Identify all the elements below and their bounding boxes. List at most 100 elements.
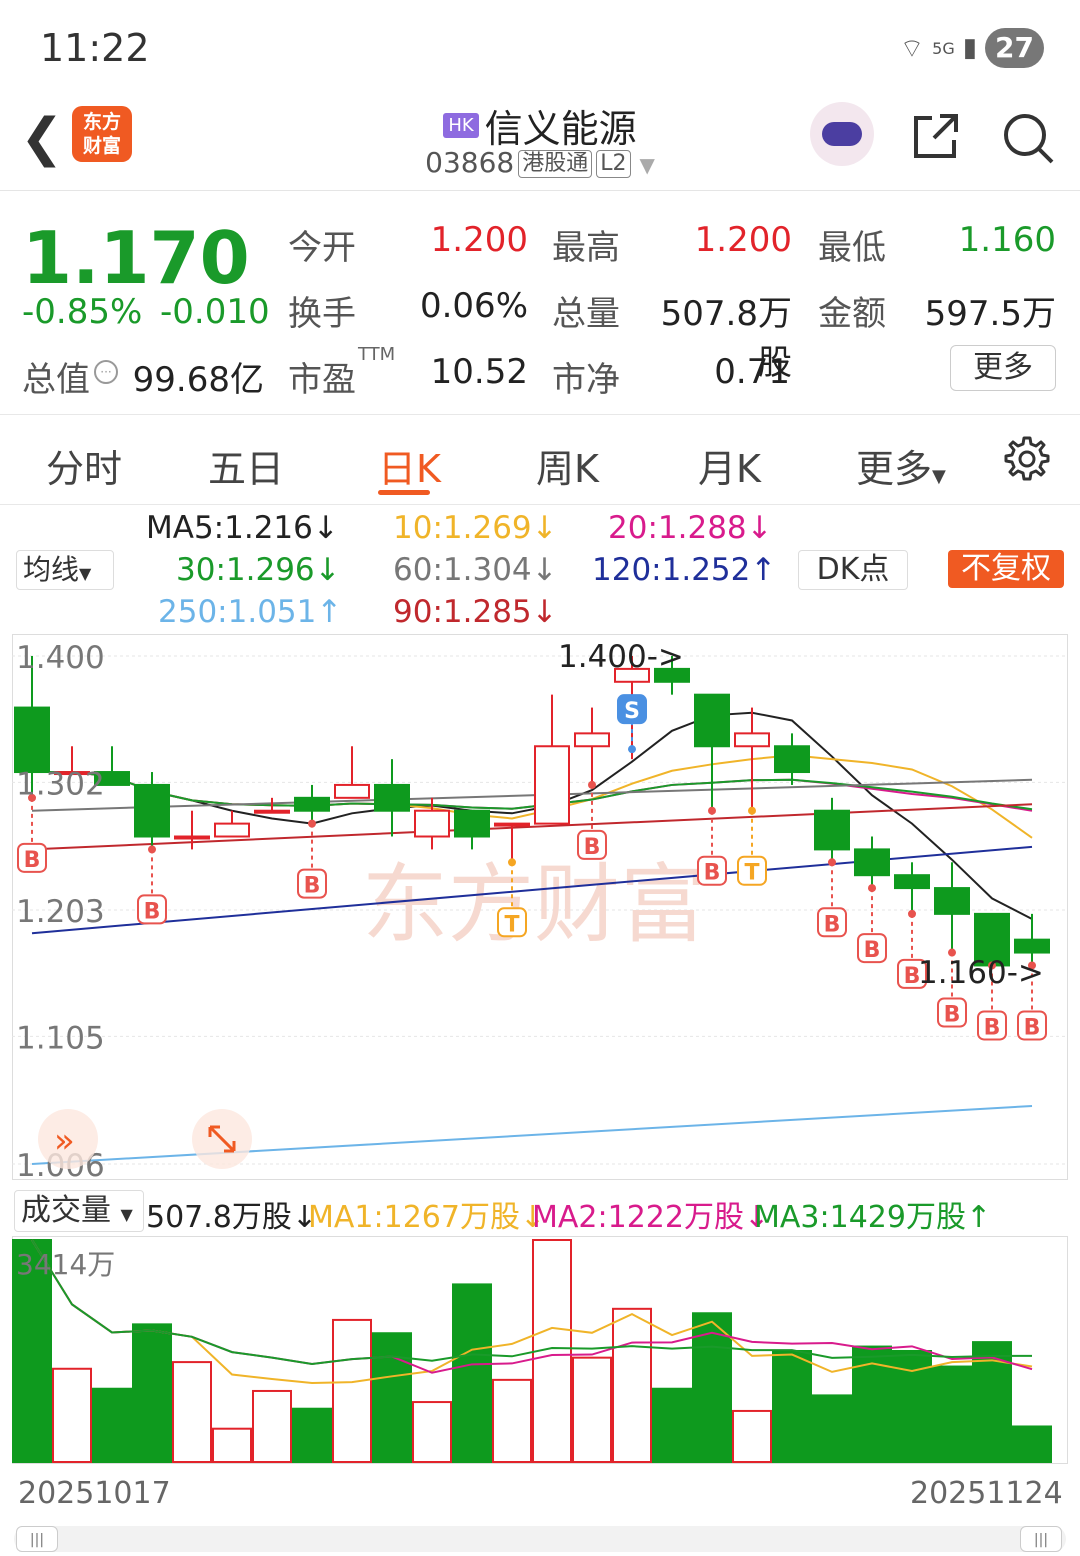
turnover-value: 0.06% xyxy=(419,286,528,326)
y-tick-label: 1.203 xyxy=(16,894,105,930)
tab-more-label: 更多 xyxy=(856,447,933,491)
volume-bar[interactable] xyxy=(652,1387,692,1464)
volume-chart[interactable]: 3414万 xyxy=(12,1236,1068,1464)
start-date: 20251017 xyxy=(18,1476,171,1511)
ma90-value: 90:1.285↓ xyxy=(393,594,558,630)
svg-text:T: T xyxy=(744,861,759,886)
svg-text:B: B xyxy=(1024,1015,1041,1040)
volume-bar[interactable] xyxy=(932,1365,972,1463)
mktcap-label: 总值 xyxy=(22,360,90,400)
high-mark-label: 1.400-> xyxy=(558,639,684,675)
signal-icon: ▮ xyxy=(962,33,978,63)
svg-text:B: B xyxy=(704,861,721,886)
search-icon[interactable] xyxy=(1000,110,1056,166)
y-tick-label: 1.105 xyxy=(16,1020,105,1056)
wifi-icon: ⌔ xyxy=(899,33,925,64)
ma-selector-label: 均线 xyxy=(23,553,80,586)
volume-bar[interactable] xyxy=(172,1361,212,1463)
volume-max-label: 3414万 xyxy=(16,1248,115,1281)
caret-down-icon: ▼ xyxy=(932,466,946,487)
fullscreen-icon[interactable] xyxy=(192,1109,252,1169)
caret-down-icon: ▼ xyxy=(79,564,92,583)
ma120-value: 120:1.252↑ xyxy=(592,552,777,588)
volume-bar[interactable] xyxy=(492,1378,532,1463)
volume-bar[interactable] xyxy=(612,1307,652,1463)
tab-monthly-k[interactable]: 月K xyxy=(698,438,761,493)
ma20-value: 20:1.288↓ xyxy=(608,510,773,546)
tab-intraday[interactable]: 分时 xyxy=(46,438,122,493)
volume-selector[interactable]: 成交量 ▼ xyxy=(14,1190,144,1232)
svg-text:B: B xyxy=(304,874,321,899)
volume-bar[interactable] xyxy=(292,1407,332,1463)
open-label: 今开 xyxy=(288,228,356,268)
pe-value: 10.52 xyxy=(430,352,528,392)
ma30-value: 30:1.296↓ xyxy=(176,552,341,588)
volume-bar[interactable] xyxy=(212,1427,252,1463)
tab-more[interactable]: 更多▼ xyxy=(856,438,946,493)
ma10-value: 10:1.269↓ xyxy=(393,510,558,546)
svg-text:B: B xyxy=(144,899,161,924)
volume-bar[interactable] xyxy=(52,1367,92,1463)
pb-value: 0.71 xyxy=(714,352,790,392)
ma60-value: 60:1.304↓ xyxy=(393,552,558,588)
chart-tabs: 分时 五日 日K 周K 月K 更多▼ xyxy=(0,414,1080,505)
volume-bar[interactable] xyxy=(372,1332,412,1463)
volume-ma2: MA2:1222万股↓ xyxy=(532,1200,770,1235)
candlestick-chart[interactable]: 东方财富 BBBTBSB TBBBBB B 1.4001.3021.2031.105… xyxy=(12,634,1068,1180)
level-badge: L2 xyxy=(596,150,631,178)
change-amount: -0.010 xyxy=(160,292,270,332)
low-mark-label: 1.160-> xyxy=(918,955,1044,991)
info-icon[interactable]: ··· xyxy=(94,360,118,384)
volume-bar[interactable] xyxy=(412,1401,452,1463)
watermark-text: 东方财富 xyxy=(362,855,706,955)
network-label: 5G xyxy=(932,38,955,58)
active-tab-indicator xyxy=(378,490,430,495)
turnover-label: 换手 xyxy=(288,294,356,334)
volume-bar[interactable] xyxy=(452,1283,492,1464)
volume-bar[interactable] xyxy=(1012,1425,1052,1463)
volume-bar[interactable] xyxy=(732,1409,772,1464)
volume-selector-label: 成交量 xyxy=(21,1193,111,1228)
volume-bar[interactable] xyxy=(92,1387,132,1464)
pe-ttm-sup: TTM xyxy=(358,344,396,365)
dk-point-button[interactable]: DK点 xyxy=(798,550,908,590)
expand-icon[interactable]: » xyxy=(38,1109,98,1169)
stock-code: 03868 xyxy=(425,146,515,179)
tab-weekly-k[interactable]: 周K xyxy=(536,438,599,493)
scroll-handle-left[interactable]: ||| xyxy=(16,1526,58,1552)
svg-text:»: » xyxy=(54,1121,75,1161)
svg-text:B: B xyxy=(584,835,601,860)
more-quote-button[interactable]: 更多 xyxy=(950,345,1056,391)
no-adjust-button[interactable]: 不复权 xyxy=(948,550,1064,588)
status-time: 11:22 xyxy=(40,26,150,70)
volume-bar[interactable] xyxy=(252,1389,292,1464)
last-price: 1.170 xyxy=(22,216,250,300)
dropdown-icon[interactable]: ▼ xyxy=(639,153,654,177)
volume-bar[interactable] xyxy=(332,1318,372,1463)
tab-five-day[interactable]: 五日 xyxy=(208,438,284,493)
gear-icon[interactable] xyxy=(1002,434,1050,482)
scroll-handle-right[interactable]: ||| xyxy=(1020,1526,1062,1552)
amount-value: 597.5万 xyxy=(924,294,1056,334)
caret-down-icon: ▼ xyxy=(120,1205,133,1224)
svg-text:S: S xyxy=(624,699,640,724)
connect-badge: 港股通 xyxy=(518,150,593,178)
volume-bar[interactable] xyxy=(772,1350,812,1463)
market-badge: HK xyxy=(443,113,479,138)
assistant-robot-icon[interactable] xyxy=(810,102,874,166)
svg-text:B: B xyxy=(864,938,881,963)
volume-current: 507.8万股↓ xyxy=(146,1200,318,1235)
status-icons: ⌔ 5G ▮ 27 xyxy=(900,28,1044,68)
volume-bar[interactable] xyxy=(572,1356,612,1463)
volume-bar[interactable] xyxy=(812,1394,852,1463)
mktcap-value: 99.68亿 xyxy=(132,360,264,400)
open-value: 1.200 xyxy=(430,220,528,260)
tab-daily-k[interactable]: 日K xyxy=(378,438,441,493)
stock-name: 信义能源 xyxy=(484,107,637,151)
volume-bar[interactable] xyxy=(132,1323,172,1463)
chart-scrollbar[interactable]: ||| ||| xyxy=(14,1526,1066,1552)
share-icon[interactable] xyxy=(910,110,962,162)
ma-selector[interactable]: 均线▼ xyxy=(16,550,114,590)
change-percent: -0.85% xyxy=(22,292,143,332)
volume-label: 总量 xyxy=(552,294,620,334)
